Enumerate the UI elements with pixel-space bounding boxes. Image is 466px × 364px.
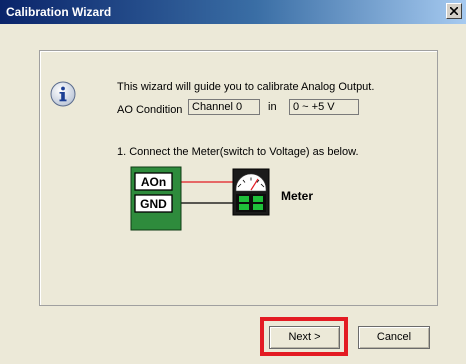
window-title: Calibration Wizard (6, 5, 112, 19)
aon-label: AOn (141, 175, 166, 189)
intro-text: This wizard will guide you to calibrate … (117, 81, 375, 93)
wizard-panel: This wizard will guide you to calibrate … (39, 50, 438, 306)
meter-label: Meter (281, 189, 314, 203)
info-icon (50, 81, 76, 107)
cancel-button[interactable]: Cancel (358, 326, 430, 349)
ao-condition-label: AO Condition (117, 104, 183, 116)
connection-diagram: AOn GND (130, 166, 270, 231)
step-1-text: 1. Connect the Meter(switch to Voltage) … (117, 146, 359, 158)
range-field: 0 ~ +5 V (289, 99, 359, 115)
gnd-label: GND (140, 197, 167, 211)
title-bar: Calibration Wizard (0, 0, 466, 24)
close-button[interactable] (446, 3, 462, 19)
in-label: in (268, 101, 277, 113)
channel-field: Channel 0 (188, 99, 260, 115)
next-button-highlight (260, 317, 348, 356)
meter-icon (232, 168, 270, 216)
close-icon (450, 7, 458, 15)
